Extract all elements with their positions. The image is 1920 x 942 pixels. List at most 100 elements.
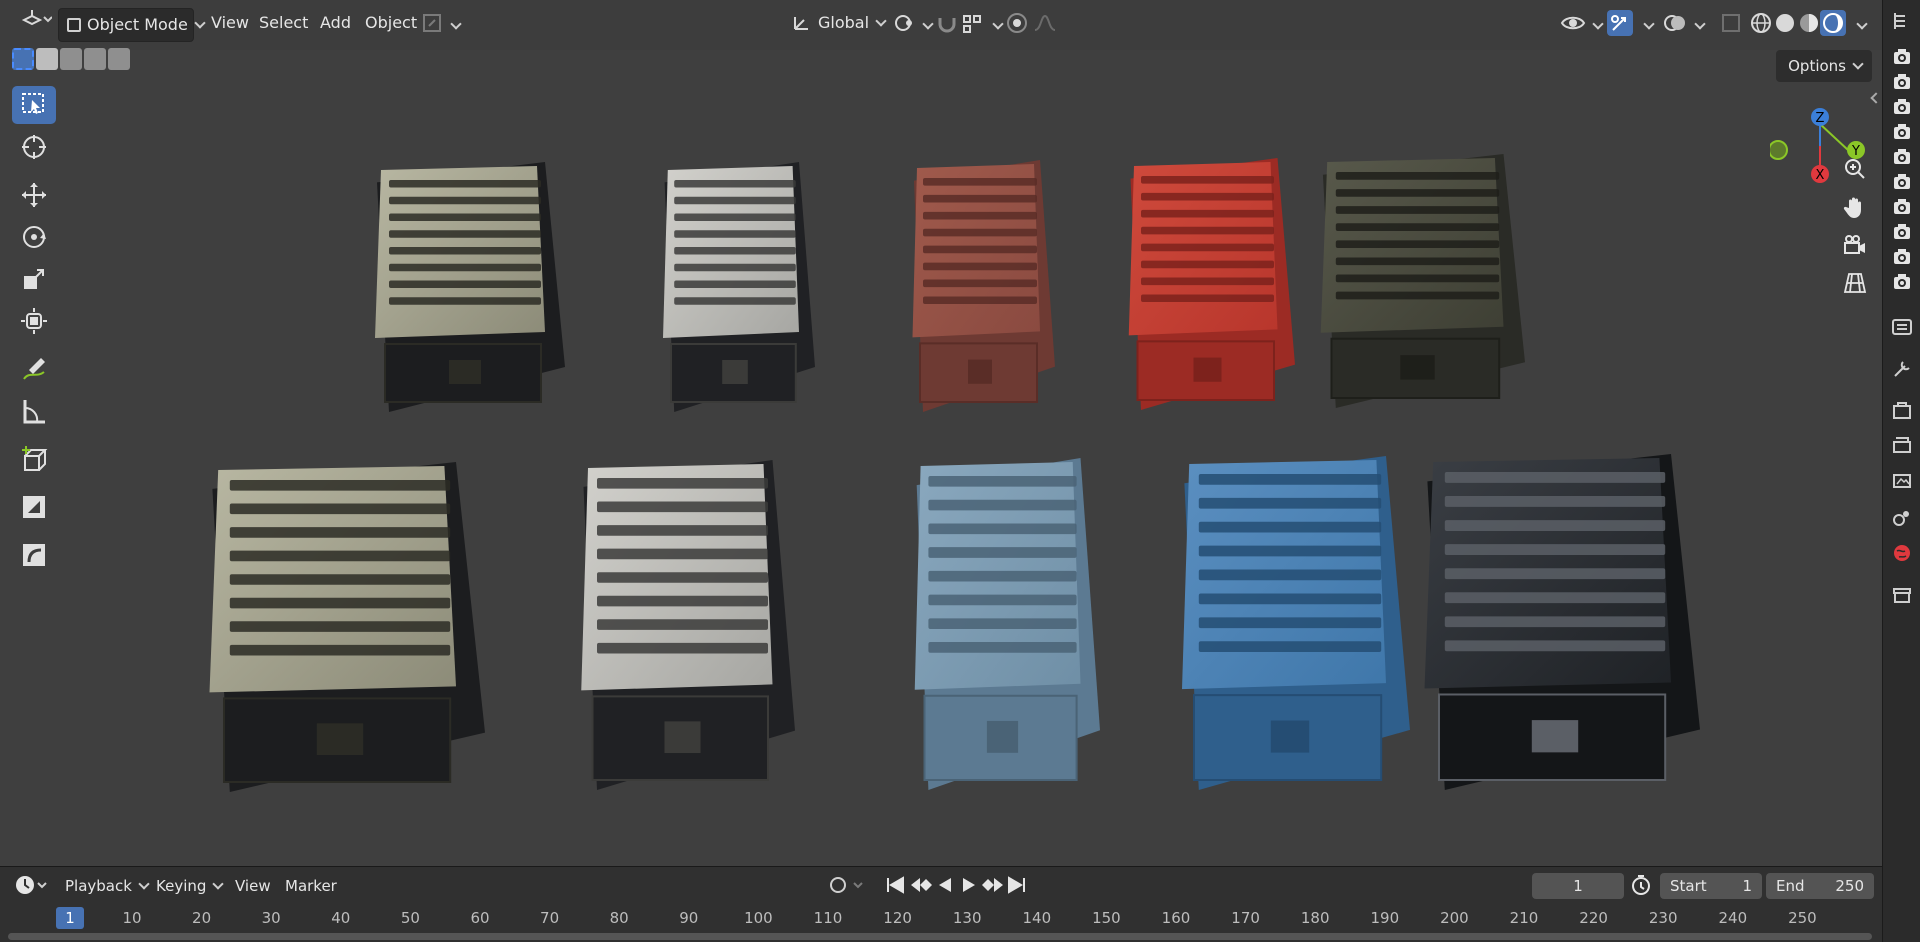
mode-selector[interactable]: Object Mode — [58, 8, 206, 42]
properties-editor-icon[interactable] — [1891, 316, 1913, 338]
shading-wireframe[interactable] — [1748, 10, 1774, 36]
gizmo-toggle[interactable] — [1607, 10, 1633, 36]
use-preview-range-toggle[interactable] — [1630, 873, 1652, 899]
timeline-view-menu[interactable]: View — [235, 873, 271, 899]
outliner-editor-icon[interactable] — [1891, 10, 1913, 32]
timeline-scrollbar[interactable] — [8, 933, 1872, 940]
select-box-tool[interactable] — [12, 86, 56, 124]
timeline-editor-type-button[interactable] — [14, 873, 48, 899]
crate-2-3[interactable] — [905, 458, 1100, 790]
auto-keying-toggle[interactable] — [826, 873, 866, 899]
select-invert-icon[interactable] — [84, 48, 106, 70]
playhead[interactable]: 1 — [56, 907, 84, 929]
snap-target-button[interactable] — [960, 10, 986, 36]
pivot-icon — [895, 15, 912, 31]
pan-button[interactable] — [1838, 190, 1872, 224]
shading-rendered[interactable] — [1820, 10, 1846, 36]
jump-prev-keyframe-button[interactable] — [908, 873, 934, 899]
crate-2-1[interactable] — [195, 462, 485, 792]
select-subtract-icon[interactable] — [60, 48, 82, 70]
crate-1-2[interactable] — [655, 162, 815, 412]
ruler-tick: 50 — [400, 909, 420, 927]
render-tab-icon[interactable] — [1891, 400, 1913, 422]
orientation-icon — [794, 17, 808, 30]
pivot-point-button[interactable] — [892, 10, 918, 36]
scene-tab-icon[interactable] — [1891, 506, 1913, 528]
play-reverse-button[interactable] — [934, 873, 956, 899]
sidebar-toggle-arrow-icon[interactable] — [1870, 92, 1882, 104]
select-extend-icon[interactable] — [36, 48, 58, 70]
transform-tool[interactable] — [12, 302, 56, 340]
chevron-down-icon — [1643, 18, 1655, 30]
outliner-render-toggle-icon[interactable] — [1891, 171, 1913, 193]
visibility-button[interactable] — [1560, 10, 1586, 36]
move-tool[interactable] — [12, 176, 56, 214]
shrink-fatten-tool[interactable] — [12, 488, 56, 526]
rotate-tool[interactable] — [12, 218, 56, 256]
keying-menu[interactable]: Keying — [156, 873, 225, 899]
neg-y-axis-handle[interactable] — [1768, 140, 1788, 160]
crate-1-5[interactable] — [1310, 154, 1525, 408]
crate-1-3[interactable] — [905, 160, 1055, 412]
crate-2-2[interactable] — [570, 460, 795, 790]
camera-view-button[interactable] — [1838, 228, 1872, 262]
outliner-render-toggle-icon[interactable] — [1891, 146, 1913, 168]
end-frame-field[interactable]: End 250 — [1766, 873, 1874, 899]
menu-object[interactable]: Object — [357, 6, 425, 40]
crate-2-5[interactable] — [1410, 454, 1700, 790]
ruler-tick: 120 — [883, 909, 912, 927]
outliner-render-toggle-icon[interactable] — [1891, 71, 1913, 93]
menu-view[interactable]: View — [203, 6, 257, 40]
frame-ruler[interactable]: 10 20 30 40 50 60 70 80 90 100 110 120 130 140 150 160 1… — [0, 905, 1882, 931]
measure-tool[interactable] — [12, 392, 56, 430]
menu-select[interactable]: Select — [251, 6, 316, 40]
snap-toggle[interactable] — [934, 10, 960, 36]
output-tab-icon[interactable] — [1891, 434, 1913, 456]
play-button[interactable] — [958, 873, 980, 899]
end-label: End — [1776, 877, 1805, 895]
select-intersect-icon[interactable] — [108, 48, 130, 70]
object-type-visibility-button[interactable] — [420, 10, 446, 36]
tool-tab-icon[interactable] — [1891, 358, 1913, 380]
outliner-render-toggle-icon[interactable] — [1891, 271, 1913, 293]
editor-type-button[interactable] — [10, 6, 60, 40]
outliner-render-toggle-icon[interactable] — [1891, 246, 1913, 268]
collection-tab-icon[interactable] — [1891, 584, 1913, 606]
scale-tool[interactable] — [12, 260, 56, 298]
outliner-render-toggle-icon[interactable] — [1891, 46, 1913, 68]
proportional-editing-toggle[interactable] — [1004, 10, 1030, 36]
3d-viewport[interactable]: Options Z Y X — [0, 48, 1882, 866]
menu-add[interactable]: Add — [312, 6, 359, 40]
jump-next-keyframe-button[interactable] — [980, 873, 1006, 899]
falloff-button[interactable] — [1032, 10, 1058, 36]
add-cube-tool[interactable] — [12, 440, 56, 478]
annotate-tool[interactable] — [12, 350, 56, 388]
zoom-button[interactable] — [1838, 152, 1872, 186]
world-tab-icon[interactable] — [1891, 542, 1913, 564]
xray-icon — [1722, 14, 1740, 32]
outliner-render-toggle-icon[interactable] — [1891, 221, 1913, 243]
overlays-toggle[interactable] — [1662, 10, 1688, 36]
jump-to-end-button[interactable] — [1006, 873, 1028, 899]
options-dropdown[interactable]: Options — [1776, 50, 1872, 82]
current-frame-field[interactable]: 1 — [1532, 873, 1624, 899]
cursor-tool[interactable] — [12, 128, 56, 166]
playback-menu[interactable]: Playback — [65, 873, 150, 899]
shading-solid[interactable] — [1772, 10, 1798, 36]
shading-material-preview[interactable] — [1796, 10, 1822, 36]
transform-orientation-selector[interactable]: Global — [784, 6, 893, 40]
crate-1-1[interactable] — [365, 162, 565, 412]
xray-toggle[interactable] — [1718, 10, 1744, 36]
crate-2-4[interactable] — [1170, 456, 1410, 790]
crate-1-4[interactable] — [1120, 158, 1295, 410]
jump-to-start-button[interactable] — [884, 873, 906, 899]
marker-menu[interactable]: Marker — [285, 873, 337, 899]
outliner-render-toggle-icon[interactable] — [1891, 121, 1913, 143]
view-layer-tab-icon[interactable] — [1891, 470, 1913, 492]
select-new-icon[interactable] — [12, 48, 34, 70]
outliner-render-toggle-icon[interactable] — [1891, 96, 1913, 118]
outliner-render-toggle-icon[interactable] — [1891, 196, 1913, 218]
bend-tool[interactable] — [12, 536, 56, 574]
start-frame-field[interactable]: Start 1 — [1660, 873, 1762, 899]
perspective-toggle[interactable] — [1838, 266, 1872, 300]
